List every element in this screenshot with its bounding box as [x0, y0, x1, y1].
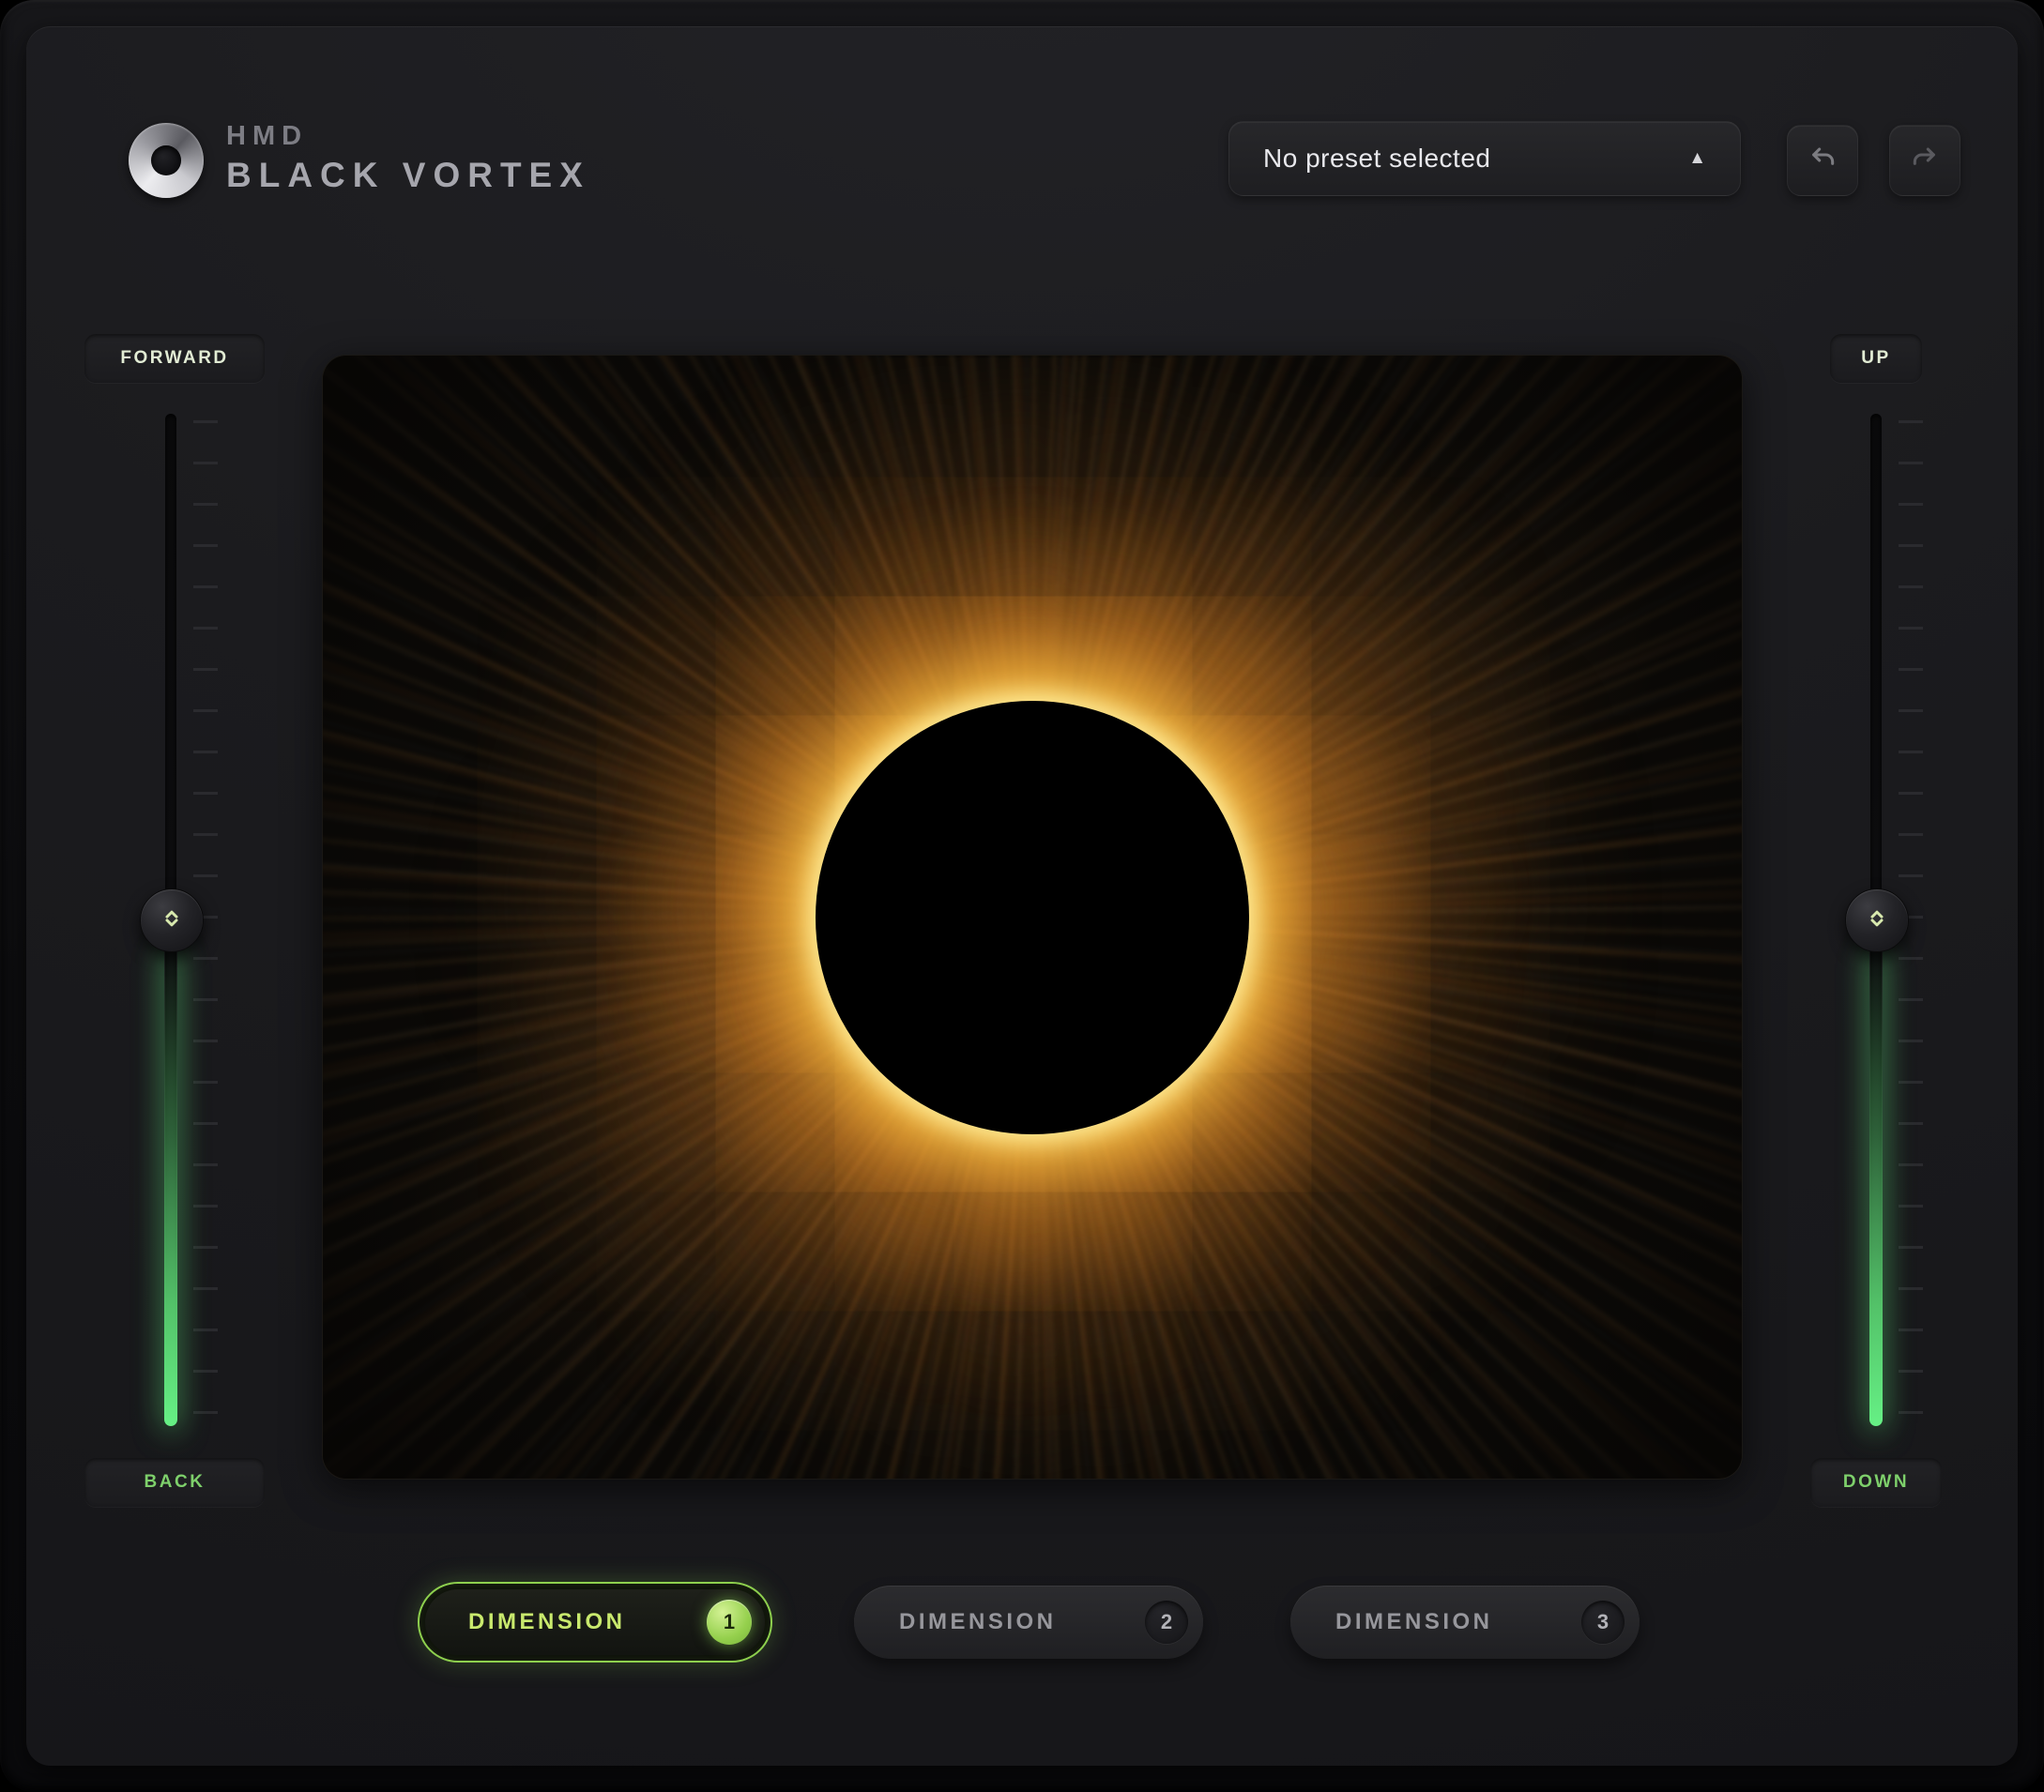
dimension-2-badge: 2 — [1145, 1601, 1188, 1644]
dimension-1-label: DIMENSION — [468, 1609, 626, 1635]
back-label: BACK — [84, 1458, 265, 1507]
redo-button[interactable] — [1889, 125, 1960, 196]
left-slider-fill — [164, 942, 177, 1426]
brand-name: HMD — [226, 121, 308, 152]
dimension-2-label: DIMENSION — [899, 1609, 1057, 1635]
preset-selector[interactable]: No preset selected ▲ — [1228, 121, 1741, 196]
down-label: DOWN — [1810, 1458, 1942, 1507]
black-hole — [816, 701, 1249, 1134]
brand-ring-logo-icon — [129, 123, 204, 198]
vortex-display — [322, 355, 1743, 1480]
left-slider-thumb[interactable] — [140, 888, 204, 952]
dimension-1-badge: 1 — [707, 1600, 752, 1645]
dimension-2-button[interactable]: DIMENSION 2 — [854, 1586, 1203, 1659]
undo-button[interactable] — [1787, 125, 1858, 196]
up-label: UP — [1830, 334, 1922, 383]
dimension-3-label: DIMENSION — [1335, 1609, 1493, 1635]
right-slider-thumb[interactable] — [1845, 888, 1909, 952]
page-title: BLACK VORTEX — [226, 156, 590, 195]
double-chevron-icon — [1863, 904, 1891, 937]
undo-icon — [1808, 144, 1838, 178]
logo-hole — [151, 145, 181, 175]
right-slider-fill — [1869, 942, 1883, 1426]
redo-icon — [1910, 144, 1940, 178]
dimension-3-badge: 3 — [1581, 1601, 1625, 1644]
double-chevron-icon — [158, 904, 186, 937]
preset-value: No preset selected — [1263, 144, 1490, 174]
dimension-3-button[interactable]: DIMENSION 3 — [1290, 1586, 1640, 1659]
forward-label: FORWARD — [84, 334, 265, 383]
dropdown-triangle-icon[interactable]: ▲ — [1688, 148, 1706, 169]
dimension-1-button[interactable]: DIMENSION 1 — [418, 1582, 772, 1663]
dimension-1-face: DIMENSION 1 — [425, 1589, 765, 1655]
